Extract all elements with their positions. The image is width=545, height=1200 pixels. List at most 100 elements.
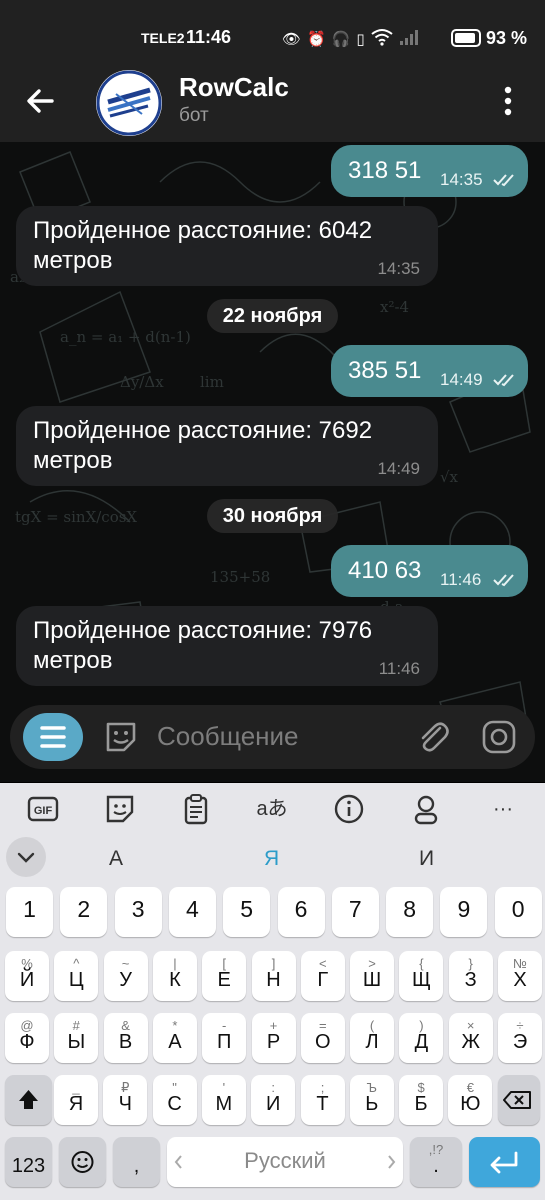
- chat-area[interactable]: a₂(b²+c²) tgX = sinX/cosX a_n = a₁ + d(n…: [0, 142, 545, 782]
- svg-text:a_n = a₁ + d(n-1): a_n = a₁ + d(n-1): [60, 328, 191, 346]
- key-label: 4: [185, 896, 199, 922]
- back-arrow-icon[interactable]: [24, 84, 58, 118]
- emoji-key[interactable]: [59, 1137, 106, 1187]
- key-letter[interactable]: " С: [152, 1075, 197, 1125]
- key-digit[interactable]: 8: [386, 887, 434, 937]
- chevron-down-icon: [17, 852, 35, 863]
- key-digit[interactable]: 0: [494, 887, 542, 937]
- info-icon[interactable]: [332, 793, 366, 825]
- key-letter[interactable]: [Е: [202, 951, 247, 1001]
- key-letter[interactable]: * А: [152, 1013, 197, 1063]
- key-letter[interactable]: ÷ Э: [498, 1013, 542, 1063]
- enter-key[interactable]: [469, 1137, 540, 1187]
- key-letter[interactable]: % Й: [5, 951, 49, 1001]
- key-letter[interactable]: :И: [251, 1075, 296, 1125]
- bot-menu-button[interactable]: [23, 713, 83, 761]
- date-separator: 30 ноября: [207, 499, 338, 533]
- vibrate-icon: ▯: [356, 31, 365, 48]
- emoji-icon: [71, 1151, 94, 1173]
- key-letter[interactable]: -П: [202, 1013, 247, 1063]
- key-letter[interactable]: } З: [448, 951, 493, 1001]
- key-letter[interactable]: < Г: [300, 951, 345, 1001]
- translate-icon[interactable]: aあ: [255, 793, 289, 825]
- message-input[interactable]: Сообщение: [157, 721, 299, 752]
- key-letter[interactable]: _ Я: [54, 1075, 98, 1125]
- key-letter[interactable]: | К: [152, 951, 197, 1001]
- key-letter[interactable]: & В: [103, 1013, 148, 1063]
- suggestion-item[interactable]: А: [109, 847, 123, 871]
- collapse-keyboard-button[interactable]: [6, 837, 46, 877]
- key-digit[interactable]: 4: [168, 887, 216, 937]
- key-label: Ч: [118, 1093, 132, 1115]
- key-letter[interactable]: @ Ф: [5, 1013, 49, 1063]
- avatar[interactable]: [96, 70, 162, 136]
- key-label: М: [215, 1093, 233, 1115]
- key-letter[interactable]: № Х: [498, 951, 542, 1001]
- suggestion-item[interactable]: Я: [264, 847, 279, 871]
- key-letter[interactable]: ^ Ц: [54, 951, 99, 1001]
- key-letter[interactable]: $ Б: [399, 1075, 444, 1125]
- outgoing-message[interactable]: 318 51 14:35: [331, 145, 528, 197]
- key-letter[interactable]: + Р: [251, 1013, 296, 1063]
- status-icons: 👁 ⏰ 🎧 ▯: [282, 28, 421, 52]
- double-check-icon: [493, 174, 514, 187]
- message-composer: Сообщение: [10, 705, 535, 769]
- key-digit[interactable]: 9: [440, 887, 488, 937]
- message-text: Пройденное расстояние: 7976 метров: [33, 617, 373, 674]
- incoming-message[interactable]: Пройденное расстояние: 6042 метров 14:35: [16, 206, 438, 286]
- key-digit[interactable]: 7: [331, 887, 379, 937]
- paperclip-icon[interactable]: [414, 718, 452, 756]
- sticker-icon[interactable]: [102, 718, 140, 756]
- backspace-key[interactable]: [498, 1075, 540, 1125]
- comma-key[interactable]: ,: [113, 1137, 160, 1187]
- key-letter[interactable]: ] Н: [251, 951, 296, 1001]
- message-text: 410 63: [348, 557, 422, 584]
- space-key[interactable]: Русский: [167, 1137, 403, 1187]
- key-digit[interactable]: 6: [277, 887, 325, 937]
- key-letter[interactable]: = О: [300, 1013, 345, 1063]
- key-letter[interactable]: ; Т: [300, 1075, 345, 1125]
- key-letter[interactable]: × Ж: [448, 1013, 493, 1063]
- incoming-message[interactable]: Пройденное расстояние: 7976 метров 11:46: [16, 606, 438, 686]
- outgoing-message[interactable]: 385 51 14:49: [331, 345, 528, 397]
- key-letter[interactable]: € Ю: [448, 1075, 493, 1125]
- key-label: В: [118, 1031, 133, 1053]
- suggestion-bar: А Я И: [0, 833, 545, 883]
- key-letter[interactable]: {Щ: [399, 951, 444, 1001]
- outgoing-message[interactable]: 410 63 11:46: [331, 545, 528, 597]
- suggestion-item[interactable]: И: [419, 847, 434, 871]
- key-label: 3: [131, 896, 145, 922]
- key-letter[interactable]: (Л: [350, 1013, 395, 1063]
- profile-icon[interactable]: [409, 793, 443, 825]
- key-label: ,: [133, 1155, 140, 1177]
- camera-icon[interactable]: [480, 718, 518, 756]
- key-letter[interactable]: > Ш: [350, 951, 395, 1001]
- incoming-message[interactable]: Пройденное расстояние: 7692 метров 14:49: [16, 406, 438, 486]
- gif-icon[interactable]: GIF: [26, 793, 60, 825]
- message-time: 11:46: [440, 570, 482, 589]
- key-digit[interactable]: 2: [60, 887, 108, 937]
- shift-key[interactable]: [5, 1075, 52, 1125]
- key-letter[interactable]: # Ы: [54, 1013, 99, 1063]
- key-letter[interactable]: ) Д: [399, 1013, 444, 1063]
- clipboard-icon[interactable]: [179, 793, 213, 825]
- double-check-icon: [493, 574, 514, 587]
- key-letter[interactable]: ' М: [201, 1075, 246, 1125]
- period-key[interactable]: ,!?.: [410, 1137, 462, 1187]
- key-label: Й: [19, 969, 35, 991]
- chat-title[interactable]: RowCalc: [179, 72, 289, 103]
- key-letter[interactable]: ~ У: [103, 951, 148, 1001]
- key-digit[interactable]: 5: [223, 887, 271, 937]
- key-digit[interactable]: 3: [114, 887, 162, 937]
- symbols-key[interactable]: 123: [5, 1137, 52, 1187]
- key-digit[interactable]: 1: [6, 887, 53, 937]
- more-tools-icon[interactable]: ···: [486, 793, 520, 825]
- key-label: .: [433, 1155, 439, 1177]
- message-time: 14:35: [440, 170, 483, 189]
- key-letter[interactable]: ЪЬ: [349, 1075, 394, 1125]
- sticker-icon[interactable]: [103, 793, 137, 825]
- more-vertical-icon[interactable]: [496, 84, 520, 118]
- key-letter[interactable]: ₽ Ч: [103, 1075, 148, 1125]
- message-time: 14:49: [440, 370, 483, 389]
- key-label: З: [464, 969, 477, 991]
